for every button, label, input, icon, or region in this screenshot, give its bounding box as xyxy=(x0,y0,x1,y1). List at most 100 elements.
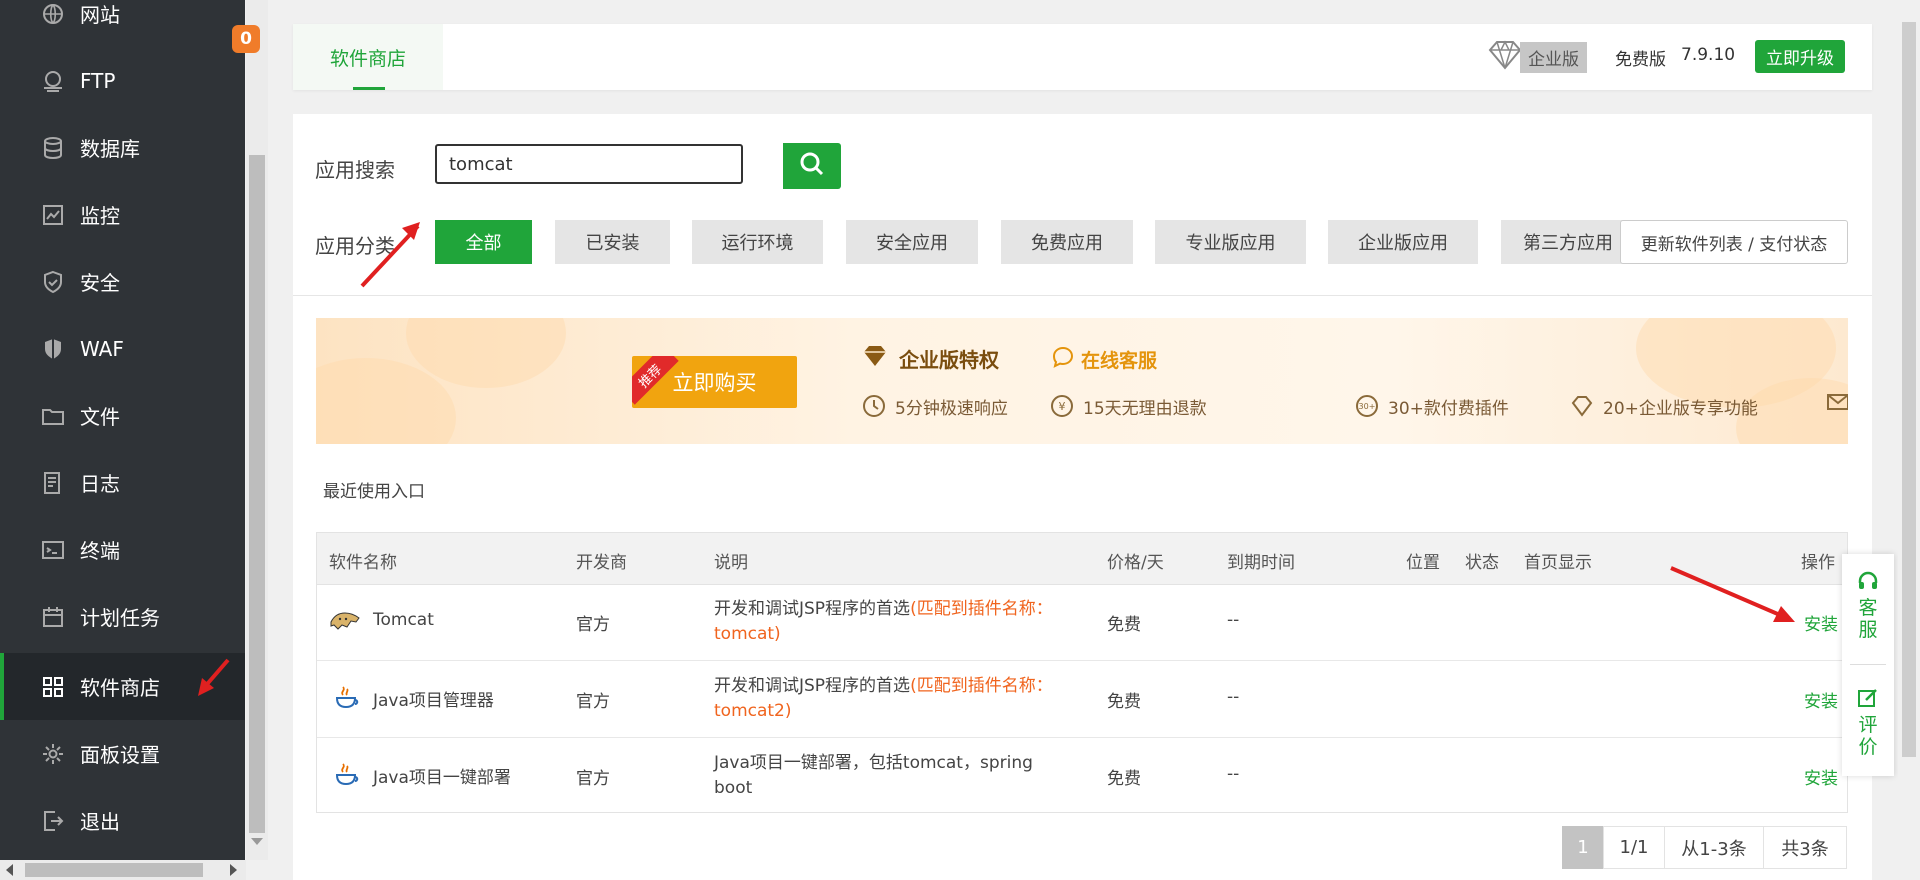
enterprise-privileges-title: 企业版特权 xyxy=(861,344,999,373)
sidebar-horizontal-scrollbar[interactable] xyxy=(0,860,246,880)
description: Java项目一键部署，包括tomcat，spring boot xyxy=(714,753,1033,798)
price: 免费 xyxy=(1107,615,1141,635)
database-icon xyxy=(40,135,66,161)
sidebar-item-cron[interactable]: 计划任务 xyxy=(0,583,245,650)
terminal-icon xyxy=(40,537,66,563)
page-total: 共3条 xyxy=(1763,826,1847,869)
software-table: 软件名称 开发商 说明 价格/天 到期时间 位置 状态 首页显示 操作 Tomc… xyxy=(316,532,1848,813)
sidebar-item-label: 软件商店 xyxy=(80,676,160,700)
folder-icon xyxy=(40,403,66,429)
search-label: 应用搜索 xyxy=(315,158,395,182)
scrollbar-thumb[interactable] xyxy=(249,155,265,833)
sidebar-item-monitor[interactable]: 监控 xyxy=(0,181,245,248)
category-all[interactable]: 全部 xyxy=(435,220,532,264)
pagination: 1 1/1 从1-3条 共3条 xyxy=(1562,826,1847,869)
search-input[interactable] xyxy=(435,144,743,184)
sidebar-item-ftp[interactable]: FTP xyxy=(0,47,245,114)
category-installed[interactable]: 已安装 xyxy=(555,220,670,264)
description: 开发和调试JSP程序的首选(匹配到插件名称：tomcat2) xyxy=(714,676,1053,721)
plugins-icon: 30+ xyxy=(1356,395,1378,417)
globe-icon xyxy=(40,1,66,27)
col-status: 状态 xyxy=(1465,553,1499,573)
clock-icon xyxy=(863,395,885,417)
sidebar-item-label: 终端 xyxy=(80,539,120,563)
sidebar-item-logs[interactable]: 日志 xyxy=(0,449,245,516)
enterprise-badge[interactable]: 企业版 xyxy=(1486,39,1587,75)
sidebar-item-label: 退出 xyxy=(80,810,120,834)
svg-text:30+: 30+ xyxy=(1359,402,1376,411)
sidebar-item-security[interactable]: 安全 xyxy=(0,248,245,315)
divider xyxy=(293,295,1872,296)
ftp-icon xyxy=(40,68,66,94)
feature-enterprise-functions: 20+企业版专享功能 xyxy=(1569,393,1758,419)
install-button[interactable]: 安装 xyxy=(1804,610,1838,635)
sidebar-item-label: 安全 xyxy=(80,271,120,295)
sidebar-vertical-scrollbar[interactable] xyxy=(246,0,268,860)
scrollbar-thumb[interactable] xyxy=(1902,22,1916,757)
monitor-icon xyxy=(40,202,66,228)
col-location: 位置 xyxy=(1406,553,1440,573)
col-price: 价格/天 xyxy=(1107,553,1164,573)
sidebar-item-label: 面板设置 xyxy=(80,743,160,767)
description: 开发和调试JSP程序的首选(匹配到插件名称：tomcat) xyxy=(714,599,1053,644)
customer-service-button[interactable]: 客服 xyxy=(1842,570,1894,641)
sidebar-item-terminal[interactable]: 终端 xyxy=(0,516,245,583)
upgrade-button[interactable]: 立即升级 xyxy=(1755,40,1845,73)
category-label: 应用分类 xyxy=(315,234,395,258)
enterprise-label: 企业版 xyxy=(1520,41,1587,73)
page-range: 从1-3条 xyxy=(1664,826,1764,869)
developer: 官方 xyxy=(576,615,610,635)
scroll-left-arrow-icon[interactable] xyxy=(6,864,13,876)
sidebar-item-label: 文件 xyxy=(80,405,120,429)
chat-icon xyxy=(1051,346,1075,373)
mail-icon xyxy=(1826,392,1848,416)
page-vertical-scrollbar[interactable] xyxy=(1898,0,1920,880)
buy-now-button[interactable]: 推荐 立即购买 xyxy=(632,356,797,408)
tomcat-icon xyxy=(330,612,360,630)
category-security[interactable]: 安全应用 xyxy=(846,220,978,264)
search-button[interactable] xyxy=(783,143,841,189)
notification-badge[interactable]: 0 xyxy=(232,25,260,53)
sidebar-item-panel-settings[interactable]: 面板设置 xyxy=(0,720,245,787)
enterprise-promo-banner: 推荐 立即购买 企业版特权 在线客服 5分钟极速响应 ¥ 15天无理由退款 30… xyxy=(316,318,1848,444)
refresh-software-list-button[interactable]: 更新软件列表 / 支付状态 xyxy=(1620,220,1848,264)
waf-shield-icon xyxy=(40,336,66,362)
expire-time: -- xyxy=(1227,610,1240,630)
software-name: Tomcat xyxy=(329,608,434,632)
sidebar-item-logout[interactable]: 退出 xyxy=(0,787,245,854)
install-button[interactable]: 安装 xyxy=(1804,764,1838,789)
java-icon xyxy=(335,763,359,786)
sidebar-item-files[interactable]: 文件 xyxy=(0,382,245,449)
feature-refund: ¥ 15天无理由退款 xyxy=(1049,393,1207,419)
shield-icon xyxy=(40,269,66,295)
sidebar: 网站 FTP 数据库 监控 安全 WAF 文件 日志 终端 计划任务 软件商店 xyxy=(0,0,245,880)
logout-icon xyxy=(40,808,66,834)
scroll-right-arrow-icon[interactable] xyxy=(230,864,237,876)
calendar-icon xyxy=(40,604,66,630)
floating-service-panel: 客服 评价 xyxy=(1842,554,1894,776)
sidebar-item-label: 日志 xyxy=(80,472,120,496)
developer: 官方 xyxy=(576,692,610,712)
col-description: 说明 xyxy=(714,553,748,573)
java-icon xyxy=(335,686,359,709)
sidebar-item-waf[interactable]: WAF xyxy=(0,315,245,382)
sidebar-item-software-store[interactable]: 软件商店 xyxy=(0,653,245,720)
gear-icon xyxy=(40,741,66,767)
category-pro[interactable]: 专业版应用 xyxy=(1155,220,1306,264)
table-row: Java项目管理器 官方 开发和调试JSP程序的首选(匹配到插件名称：tomca… xyxy=(317,661,1847,738)
category-free[interactable]: 免费应用 xyxy=(1001,220,1133,264)
grid-icon xyxy=(40,674,66,700)
online-service-link[interactable]: 在线客服 xyxy=(1051,346,1157,373)
category-enterprise[interactable]: 企业版应用 xyxy=(1328,220,1478,264)
expire-time: -- xyxy=(1227,687,1240,707)
install-button[interactable]: 安装 xyxy=(1804,687,1838,712)
review-button[interactable]: 评价 xyxy=(1842,687,1894,758)
scrollbar-thumb[interactable] xyxy=(25,863,203,877)
diamond-icon xyxy=(1486,39,1524,75)
scroll-down-arrow-icon[interactable] xyxy=(251,838,263,845)
sidebar-item-database[interactable]: 数据库 xyxy=(0,114,245,181)
page-current[interactable]: 1 xyxy=(1562,826,1604,869)
sidebar-item-website[interactable]: 网站 xyxy=(0,0,245,47)
category-runtime[interactable]: 运行环境 xyxy=(692,220,823,264)
tab-software-store[interactable]: 软件商店 xyxy=(293,24,443,90)
